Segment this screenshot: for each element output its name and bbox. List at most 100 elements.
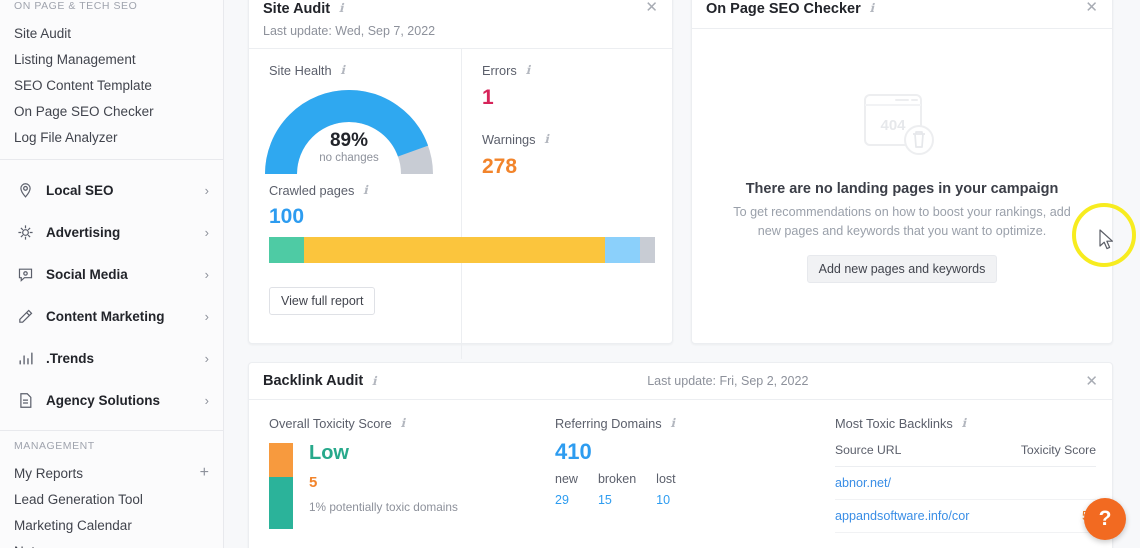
close-icon[interactable]: ✕ <box>1075 374 1098 389</box>
add-report-icon[interactable]: + <box>200 465 209 481</box>
sidebar-item-listing-management[interactable]: Listing Management <box>0 46 223 72</box>
bar-chart-icon <box>14 347 36 369</box>
toxicity-content: Low 5 1% potentially toxic domains <box>269 443 517 529</box>
sidebar-group-agency-solutions[interactable]: Agency Solutions › <box>0 379 223 421</box>
sidebar-item-label: Notes <box>14 544 209 548</box>
opsc-empty-state: 404 There are no landing pages in your c… <box>692 29 1112 359</box>
crawl-segment-warnings <box>303 237 605 263</box>
sidebar-item-on-page-seo-checker[interactable]: On Page SEO Checker <box>0 98 223 124</box>
table-row: appandsoftware.info/cor 53 <box>835 499 1096 533</box>
info-icon[interactable]: ℹ <box>958 416 970 431</box>
info-icon[interactable]: ℹ <box>866 1 878 16</box>
help-button[interactable]: ? <box>1084 498 1126 540</box>
table-header-row: Source URL Toxicity Score <box>835 443 1096 467</box>
backlink-audit-body: Overall Toxicity Score ℹ Low 5 1% potenti… <box>249 400 1112 533</box>
chevron-right-icon[interactable]: › <box>205 184 209 197</box>
sidebar-item-my-reports[interactable]: My Reports + <box>0 460 223 486</box>
info-icon[interactable]: ℹ <box>337 63 349 78</box>
label-text: Site Health <box>269 63 332 78</box>
column-source-url[interactable]: Source URL <box>835 443 1003 467</box>
info-icon[interactable]: ℹ <box>335 1 347 16</box>
widgets-row: Site Audit ℹ ✕ Last update: Wed, Sep 7, … <box>248 0 1126 359</box>
sidebar-group-label: .Trends <box>46 350 95 366</box>
toxicity-bar-orange <box>269 443 293 477</box>
stat-new: new 29 <box>555 472 578 507</box>
chevron-right-icon[interactable]: › <box>205 310 209 323</box>
cell-source-url: appandsoftware.info/cor <box>835 499 1003 533</box>
stat-value[interactable]: 10 <box>656 493 675 507</box>
app-root: ON PAGE & TECH SEO Site Audit Listing Ma… <box>0 0 1140 548</box>
source-url-link[interactable]: appandsoftware.info/cor <box>835 509 969 523</box>
site-audit-header: Site Audit ℹ ✕ <box>249 0 672 17</box>
warnings-label: Warnings ℹ <box>482 132 672 147</box>
sidebar-group-label: Agency Solutions <box>46 392 161 408</box>
sidebar-item-lead-generation-tool[interactable]: Lead Generation Tool <box>0 486 223 512</box>
sidebar-divider <box>0 159 223 160</box>
sidebar-caption-management: MANAGEMENT <box>14 440 95 452</box>
sidebar-group-social-media[interactable]: Social Media › <box>0 253 223 295</box>
opsc-empty-title: There are no landing pages in your campa… <box>745 181 1059 197</box>
crawl-segment-healthy <box>269 237 304 263</box>
source-url-link[interactable]: abnor.net/ <box>835 476 891 490</box>
toxicity-label: Overall Toxicity Score ℹ <box>269 416 517 431</box>
backlink-audit-last-update: Last update: Fri, Sep 2, 2022 <box>647 374 809 388</box>
site-audit-title: Site Audit <box>263 1 331 17</box>
site-health-gauge: 89% no changes <box>263 90 435 176</box>
sidebar-item-marketing-calendar[interactable]: Marketing Calendar <box>0 512 223 538</box>
chevron-right-icon[interactable]: › <box>205 394 209 407</box>
warnings-value: 278 <box>482 155 518 178</box>
stat-value[interactable]: 15 <box>598 493 636 507</box>
sidebar-group-advertising[interactable]: Advertising › <box>0 211 223 253</box>
sidebar: ON PAGE & TECH SEO Site Audit Listing Ma… <box>0 0 224 548</box>
cell-toxicity-score: 53 <box>1002 499 1096 533</box>
column-toxicity-score[interactable]: Toxicity Score <box>1002 443 1096 467</box>
on-page-seo-checker-widget: On Page SEO Checker ℹ ✕ 404 There are no… <box>691 0 1113 344</box>
sidebar-group-label: Social Media <box>46 266 128 282</box>
sidebar-item-log-file-analyzer[interactable]: Log File Analyzer <box>0 124 223 150</box>
view-full-report-button[interactable]: View full report <box>269 287 376 315</box>
toxicity-level: Low <box>309 442 349 464</box>
chevron-right-icon[interactable]: › <box>205 352 209 365</box>
sidebar-group-local-seo[interactable]: Local SEO › <box>0 169 223 211</box>
target-crosshair-icon <box>14 221 36 243</box>
site-health-value: 89% <box>329 130 369 151</box>
info-icon[interactable]: ℹ <box>541 132 553 147</box>
sidebar-group-label: Content Marketing <box>46 308 165 324</box>
empty-404-illustration-icon: 404 <box>856 89 948 167</box>
errors-label: Errors ℹ <box>482 63 672 78</box>
label-text: Warnings <box>482 132 536 147</box>
info-icon[interactable]: ℹ <box>368 374 380 389</box>
sidebar-group-label: Advertising <box>46 224 121 240</box>
close-icon[interactable]: ✕ <box>1075 0 1098 15</box>
toxicity-score: 5 <box>309 474 318 491</box>
table-row: abnor.net/ <box>835 466 1096 500</box>
chevron-right-icon[interactable]: › <box>205 268 209 281</box>
document-icon <box>14 389 36 411</box>
label-text: Overall Toxicity Score <box>269 416 392 431</box>
info-icon[interactable]: ℹ <box>397 416 409 431</box>
backlink-audit-widget: Backlink Audit ℹ Last update: Fri, Sep 2… <box>248 362 1113 548</box>
label-text: Errors <box>482 63 517 78</box>
add-pages-keywords-button[interactable]: Add new pages and keywords <box>806 255 998 283</box>
info-icon[interactable]: ℹ <box>667 416 679 431</box>
stat-key: lost <box>656 472 676 486</box>
sidebar-item-label: Site Audit <box>14 25 72 41</box>
sidebar-item-site-audit[interactable]: Site Audit <box>0 20 223 46</box>
sidebar-item-label: On Page SEO Checker <box>14 103 154 119</box>
chevron-right-icon[interactable]: › <box>205 226 209 239</box>
sidebar-group-content-marketing[interactable]: Content Marketing › <box>0 295 223 337</box>
sidebar-item-seo-content-template[interactable]: SEO Content Template <box>0 72 223 98</box>
crawled-pages-label: Crawled pages ℹ <box>269 183 655 198</box>
crawl-segment-blocked <box>639 237 655 263</box>
info-icon[interactable]: ℹ <box>359 183 371 198</box>
close-icon[interactable]: ✕ <box>635 0 658 15</box>
stat-value[interactable]: 29 <box>555 493 578 507</box>
sidebar-item-label: Lead Generation Tool <box>14 491 143 507</box>
sidebar-divider-management <box>0 430 223 431</box>
svg-text:404: 404 <box>880 117 906 134</box>
sidebar-group-trends[interactable]: .Trends › <box>0 337 223 379</box>
sidebar-item-notes[interactable]: Notes <box>0 538 223 548</box>
label-text: Referring Domains <box>555 416 662 431</box>
crawled-pages-value: 100 <box>269 205 305 228</box>
info-icon[interactable]: ℹ <box>522 63 534 78</box>
